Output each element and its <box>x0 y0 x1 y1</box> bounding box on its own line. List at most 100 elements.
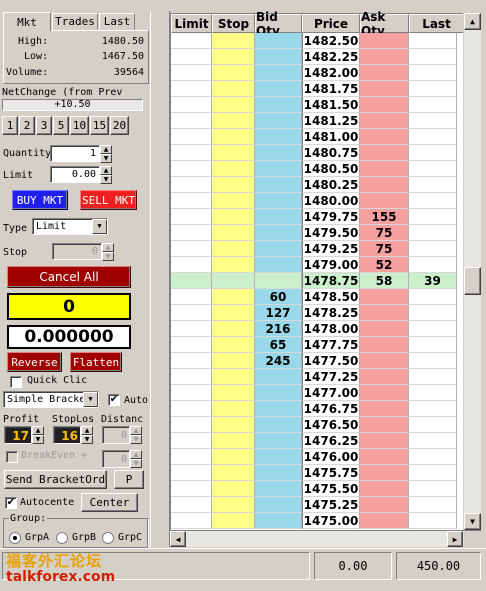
ask-qty-cell[interactable] <box>360 33 409 49</box>
breakeven-spin-up[interactable]: ▲ <box>130 450 142 459</box>
limit-cell[interactable] <box>171 369 212 385</box>
stoploss-spin-up[interactable]: ▲ <box>81 426 93 435</box>
bid-qty-cell[interactable] <box>255 497 302 513</box>
bid-qty-cell[interactable] <box>255 33 302 49</box>
chevron-down-icon[interactable]: ▼ <box>92 219 107 234</box>
price-cell[interactable]: 1477.50 <box>302 353 360 369</box>
last-cell[interactable] <box>409 369 457 385</box>
ask-qty-cell[interactable] <box>360 401 409 417</box>
stop-cell[interactable] <box>212 289 255 305</box>
last-cell[interactable] <box>409 161 457 177</box>
tab-mkt[interactable]: Mkt <box>3 12 51 31</box>
price-cell[interactable]: 1478.75 <box>302 273 360 289</box>
limit-cell[interactable] <box>171 177 212 193</box>
last-cell[interactable] <box>409 385 457 401</box>
stop-cell[interactable] <box>212 113 255 129</box>
last-cell[interactable] <box>409 433 457 449</box>
price-cell[interactable]: 1481.00 <box>302 129 360 145</box>
limit-cell[interactable] <box>171 449 212 465</box>
distance-spin-up[interactable]: ▲ <box>130 426 142 435</box>
limit-cell[interactable] <box>171 113 212 129</box>
last-cell[interactable] <box>409 449 457 465</box>
stop-cell[interactable] <box>212 401 255 417</box>
limit-cell[interactable] <box>171 145 212 161</box>
bid-qty-cell[interactable] <box>255 273 302 289</box>
limit-cell[interactable] <box>171 273 212 289</box>
ask-qty-cell[interactable] <box>360 161 409 177</box>
last-cell[interactable] <box>409 33 457 49</box>
reverse-button[interactable]: Reverse <box>7 352 62 372</box>
sell-mkt-button[interactable]: SELL MKT <box>80 190 137 210</box>
price-cell[interactable]: 1481.75 <box>302 81 360 97</box>
stoploss-field[interactable]: 16 <box>53 426 81 444</box>
ask-qty-cell[interactable] <box>360 369 409 385</box>
stop-cell[interactable] <box>212 337 255 353</box>
last-cell[interactable] <box>409 497 457 513</box>
stop-cell[interactable] <box>212 481 255 497</box>
ask-qty-cell[interactable] <box>360 305 409 321</box>
ask-qty-cell[interactable] <box>360 129 409 145</box>
stop-cell[interactable] <box>212 129 255 145</box>
stop-cell[interactable] <box>212 49 255 65</box>
ask-qty-cell[interactable] <box>360 385 409 401</box>
ask-qty-cell[interactable] <box>360 145 409 161</box>
tab-last[interactable]: Last <box>99 13 135 30</box>
scroll-right-button[interactable]: ▶ <box>447 531 463 547</box>
stop-spin-up[interactable]: ▲ <box>102 243 114 252</box>
profit-spin-up[interactable]: ▲ <box>32 426 44 435</box>
radio-grpc[interactable] <box>102 532 114 544</box>
price-cell[interactable]: 1475.00 <box>302 513 360 529</box>
splitter[interactable] <box>150 11 170 547</box>
bid-qty-cell[interactable] <box>255 513 302 529</box>
bid-qty-cell[interactable] <box>255 481 302 497</box>
price-cell[interactable]: 1479.75 <box>302 209 360 225</box>
limit-cell[interactable] <box>171 129 212 145</box>
header-bid-qty[interactable]: Bid Qty <box>255 10 302 38</box>
last-cell[interactable] <box>409 65 457 81</box>
price-cell[interactable]: 1479.50 <box>302 225 360 241</box>
price-cell[interactable]: 1476.00 <box>302 449 360 465</box>
bid-qty-cell[interactable] <box>255 369 302 385</box>
bid-qty-cell[interactable] <box>255 161 302 177</box>
stop-cell[interactable] <box>212 449 255 465</box>
ask-qty-cell[interactable] <box>360 433 409 449</box>
bid-qty-cell[interactable] <box>255 257 302 273</box>
bracket-select[interactable]: Simple Bracke ▼ <box>3 391 99 408</box>
header-price[interactable]: Price <box>302 14 360 33</box>
last-cell[interactable] <box>409 465 457 481</box>
stop-cell[interactable] <box>212 241 255 257</box>
stop-cell[interactable] <box>212 305 255 321</box>
stop-cell[interactable] <box>212 33 255 49</box>
stop-cell[interactable] <box>212 65 255 81</box>
bid-qty-cell[interactable] <box>255 401 302 417</box>
stop-cell[interactable] <box>212 161 255 177</box>
ask-qty-cell[interactable] <box>360 65 409 81</box>
price-cell[interactable]: 1482.00 <box>302 65 360 81</box>
limit-cell[interactable] <box>171 241 212 257</box>
breakeven-field[interactable]: 0 <box>102 450 130 468</box>
cancel-all-button[interactable]: Cancel All <box>7 266 131 288</box>
ask-qty-cell[interactable]: 58 <box>360 273 409 289</box>
last-cell[interactable] <box>409 225 457 241</box>
price-cell[interactable]: 1479.00 <box>302 257 360 273</box>
limit-field[interactable]: 0.00 <box>50 166 100 183</box>
last-cell[interactable] <box>409 353 457 369</box>
bid-qty-cell[interactable] <box>255 449 302 465</box>
bid-qty-cell[interactable] <box>255 385 302 401</box>
price-cell[interactable]: 1480.50 <box>302 161 360 177</box>
bid-qty-cell[interactable] <box>255 433 302 449</box>
bid-qty-cell[interactable] <box>255 177 302 193</box>
last-cell[interactable] <box>409 513 457 529</box>
last-cell[interactable] <box>409 241 457 257</box>
buy-mkt-button[interactable]: BUY MKT <box>12 190 68 210</box>
price-cell[interactable]: 1481.25 <box>302 113 360 129</box>
stop-cell[interactable] <box>212 497 255 513</box>
scroll-up-button[interactable]: ▲ <box>464 13 481 30</box>
last-cell[interactable] <box>409 401 457 417</box>
ask-qty-cell[interactable] <box>360 49 409 65</box>
bid-qty-cell[interactable] <box>255 113 302 129</box>
ask-qty-cell[interactable]: 75 <box>360 241 409 257</box>
quantity-spin-down[interactable]: ▼ <box>100 154 112 163</box>
ask-qty-cell[interactable] <box>360 513 409 529</box>
stop-cell[interactable] <box>212 385 255 401</box>
